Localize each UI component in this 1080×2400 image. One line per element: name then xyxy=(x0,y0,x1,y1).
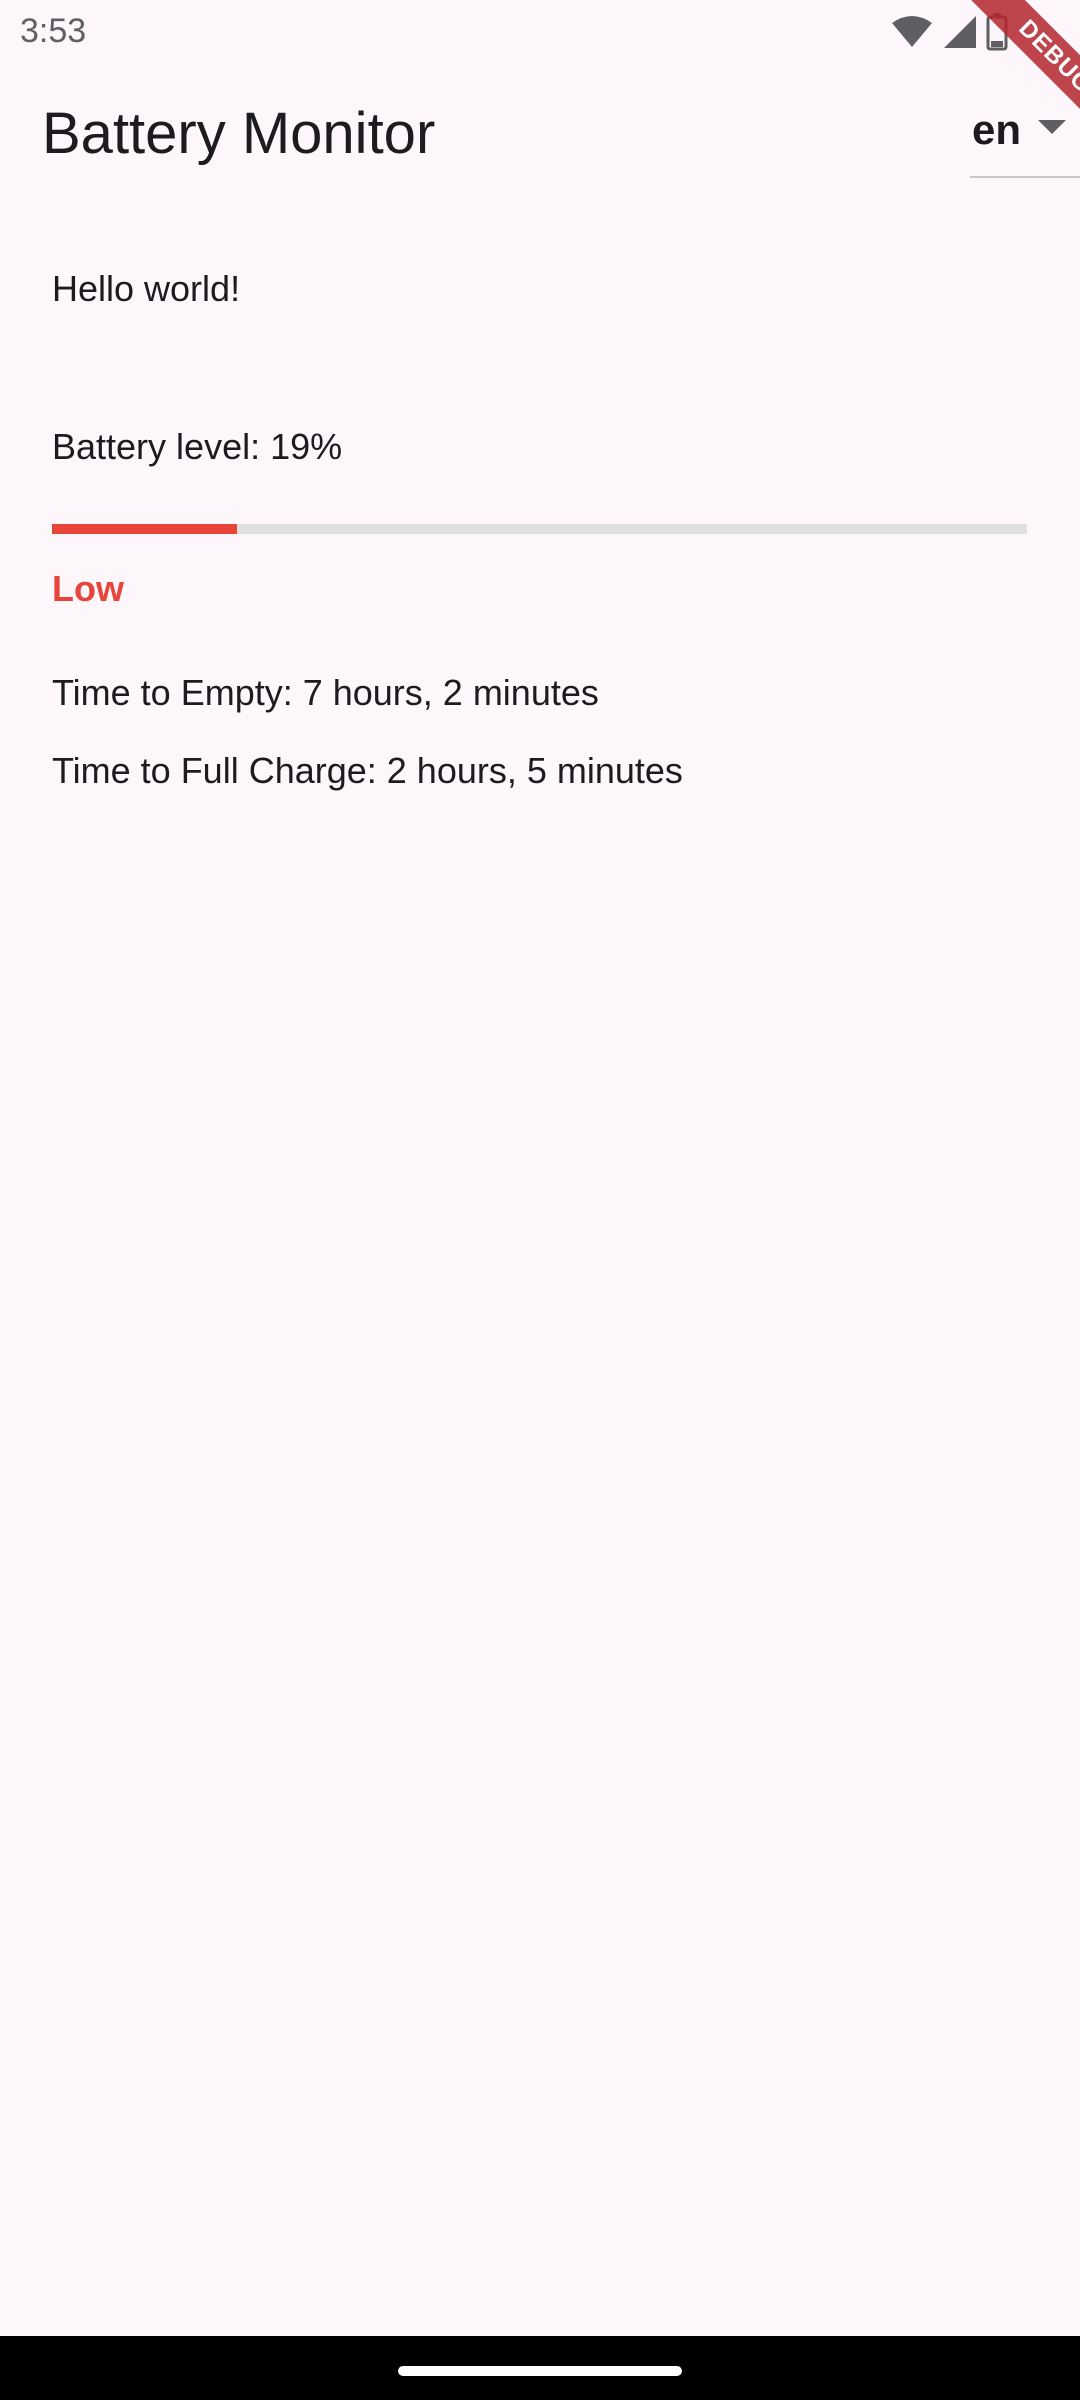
time-to-empty-text: Time to Empty: 7 hours, 2 minutes xyxy=(52,672,599,713)
battery-progress-fill xyxy=(52,524,238,534)
battery-progress-bar xyxy=(52,524,1027,534)
language-dropdown[interactable]: en xyxy=(970,104,1080,178)
app-bar: Battery Monitor en xyxy=(0,64,1080,204)
battery-level-text: Battery level: 19% xyxy=(52,426,343,467)
battery-icon xyxy=(986,13,1008,51)
status-bar: 3:53 xyxy=(0,0,1080,64)
wifi-icon xyxy=(890,15,934,49)
language-dropdown-value: en xyxy=(972,106,1022,153)
cellular-signal-icon xyxy=(942,14,978,50)
dropdown-arrow-icon xyxy=(1038,120,1066,141)
status-time: 3:53 xyxy=(20,12,87,50)
navigation-bar xyxy=(0,2336,1080,2400)
status-icons xyxy=(890,12,1008,52)
app-title: Battery Monitor xyxy=(42,101,436,166)
greeting-text: Hello world! xyxy=(52,268,241,309)
home-handle[interactable] xyxy=(398,2366,682,2376)
battery-status-label: Low xyxy=(52,568,124,609)
time-to-full-text: Time to Full Charge: 2 hours, 5 minutes xyxy=(52,750,683,791)
